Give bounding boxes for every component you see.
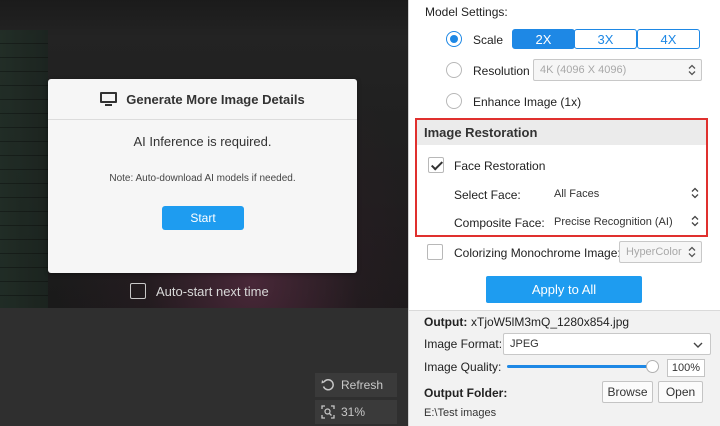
zoom-level: 31% bbox=[341, 405, 366, 419]
dialog-title: Generate More Image Details bbox=[126, 91, 305, 107]
image-format-select[interactable]: JPEG bbox=[503, 333, 711, 355]
image-restoration-section: Image Restoration Face Restoration Selec… bbox=[415, 118, 708, 237]
image-format-label: Image Format: bbox=[424, 337, 503, 351]
resolution-label: Resolution bbox=[473, 64, 530, 78]
refresh-icon bbox=[321, 379, 334, 391]
output-filename: xTjoW5lM3mQ_1280x854.jpg bbox=[471, 315, 630, 329]
chevron-updown-icon bbox=[688, 246, 696, 258]
image-quality-slider-thumb[interactable] bbox=[646, 360, 659, 373]
zoom-fit-icon bbox=[321, 405, 335, 419]
browse-button[interactable]: Browse bbox=[602, 381, 653, 403]
refresh-label: Refresh bbox=[341, 378, 384, 392]
chevron-updown-icon bbox=[688, 64, 696, 76]
resolution-value: 4K (4096 X 4096) bbox=[540, 64, 627, 76]
scale-2x-button[interactable]: 2X bbox=[512, 29, 575, 49]
composite-face-value: Precise Recognition (AI) bbox=[554, 216, 673, 228]
dialog-note-text: Note: Auto-download AI models if needed. bbox=[109, 173, 296, 184]
open-button[interactable]: Open bbox=[658, 381, 703, 403]
select-face-dropdown[interactable]: All Faces bbox=[554, 183, 704, 205]
output-label: Output: bbox=[424, 315, 468, 329]
dialog-requirement-text: AI Inference is required. bbox=[133, 134, 272, 149]
enhance-label: Enhance Image (1x) bbox=[473, 95, 582, 109]
scale-3x-button[interactable]: 3X bbox=[574, 29, 637, 49]
scale-4x-button[interactable]: 4X bbox=[637, 29, 700, 49]
select-face-label: Select Face: bbox=[454, 188, 521, 202]
monitor-icon bbox=[100, 91, 118, 107]
composite-face-dropdown[interactable]: Precise Recognition (AI) bbox=[554, 211, 704, 233]
image-quality-slider-track[interactable] bbox=[507, 365, 653, 368]
chevron-updown-icon bbox=[691, 215, 699, 227]
autostart-checkbox[interactable] bbox=[130, 283, 146, 299]
image-restoration-heading: Image Restoration bbox=[417, 120, 706, 145]
output-folder-label: Output Folder: bbox=[424, 386, 508, 400]
resolution-select[interactable]: 4K (4096 X 4096) bbox=[533, 59, 702, 81]
autostart-option[interactable]: Auto-start next time bbox=[130, 283, 269, 299]
scale-radio[interactable] bbox=[446, 31, 462, 47]
colorizing-checkbox[interactable] bbox=[427, 244, 443, 260]
resolution-radio[interactable] bbox=[446, 62, 462, 78]
image-quality-label: Image Quality: bbox=[424, 360, 502, 374]
chevron-down-icon bbox=[693, 342, 703, 348]
image-quality-value[interactable]: 100% bbox=[667, 359, 705, 377]
select-face-value: All Faces bbox=[554, 188, 600, 200]
settings-panel: Model Settings: Scale 2X 3X 4X Resolutio… bbox=[408, 0, 720, 426]
chevron-updown-icon bbox=[691, 187, 699, 199]
ai-inference-dialog: Generate More Image Details AI Inference… bbox=[48, 79, 357, 273]
scale-label: Scale bbox=[473, 33, 504, 47]
apply-to-all-button[interactable]: Apply to All bbox=[486, 276, 642, 303]
preview-brick-wall bbox=[0, 30, 48, 310]
colorizing-select[interactable]: HyperColor bbox=[619, 241, 702, 263]
model-settings-section: Model Settings: Scale 2X 3X 4X Resolutio… bbox=[409, 0, 720, 310]
image-format-value: JPEG bbox=[510, 338, 539, 350]
image-preview: Generate More Image Details AI Inference… bbox=[0, 0, 408, 426]
dialog-header: Generate More Image Details bbox=[48, 79, 357, 120]
autostart-label: Auto-start next time bbox=[156, 283, 269, 299]
enhance-radio[interactable] bbox=[446, 93, 462, 109]
output-folder-path: E:\Test images bbox=[424, 407, 497, 419]
refresh-button[interactable]: Refresh bbox=[315, 373, 397, 397]
model-settings-label: Model Settings: bbox=[425, 5, 508, 19]
zoom-control[interactable]: 31% bbox=[315, 400, 397, 424]
start-button[interactable]: Start bbox=[162, 206, 244, 230]
colorizing-value: HyperColor bbox=[626, 246, 682, 258]
colorizing-label: Colorizing Monochrome Image: bbox=[454, 246, 621, 260]
face-restoration-checkbox[interactable] bbox=[428, 157, 444, 173]
composite-face-label: Composite Face: bbox=[454, 216, 545, 230]
face-restoration-label: Face Restoration bbox=[454, 159, 546, 173]
